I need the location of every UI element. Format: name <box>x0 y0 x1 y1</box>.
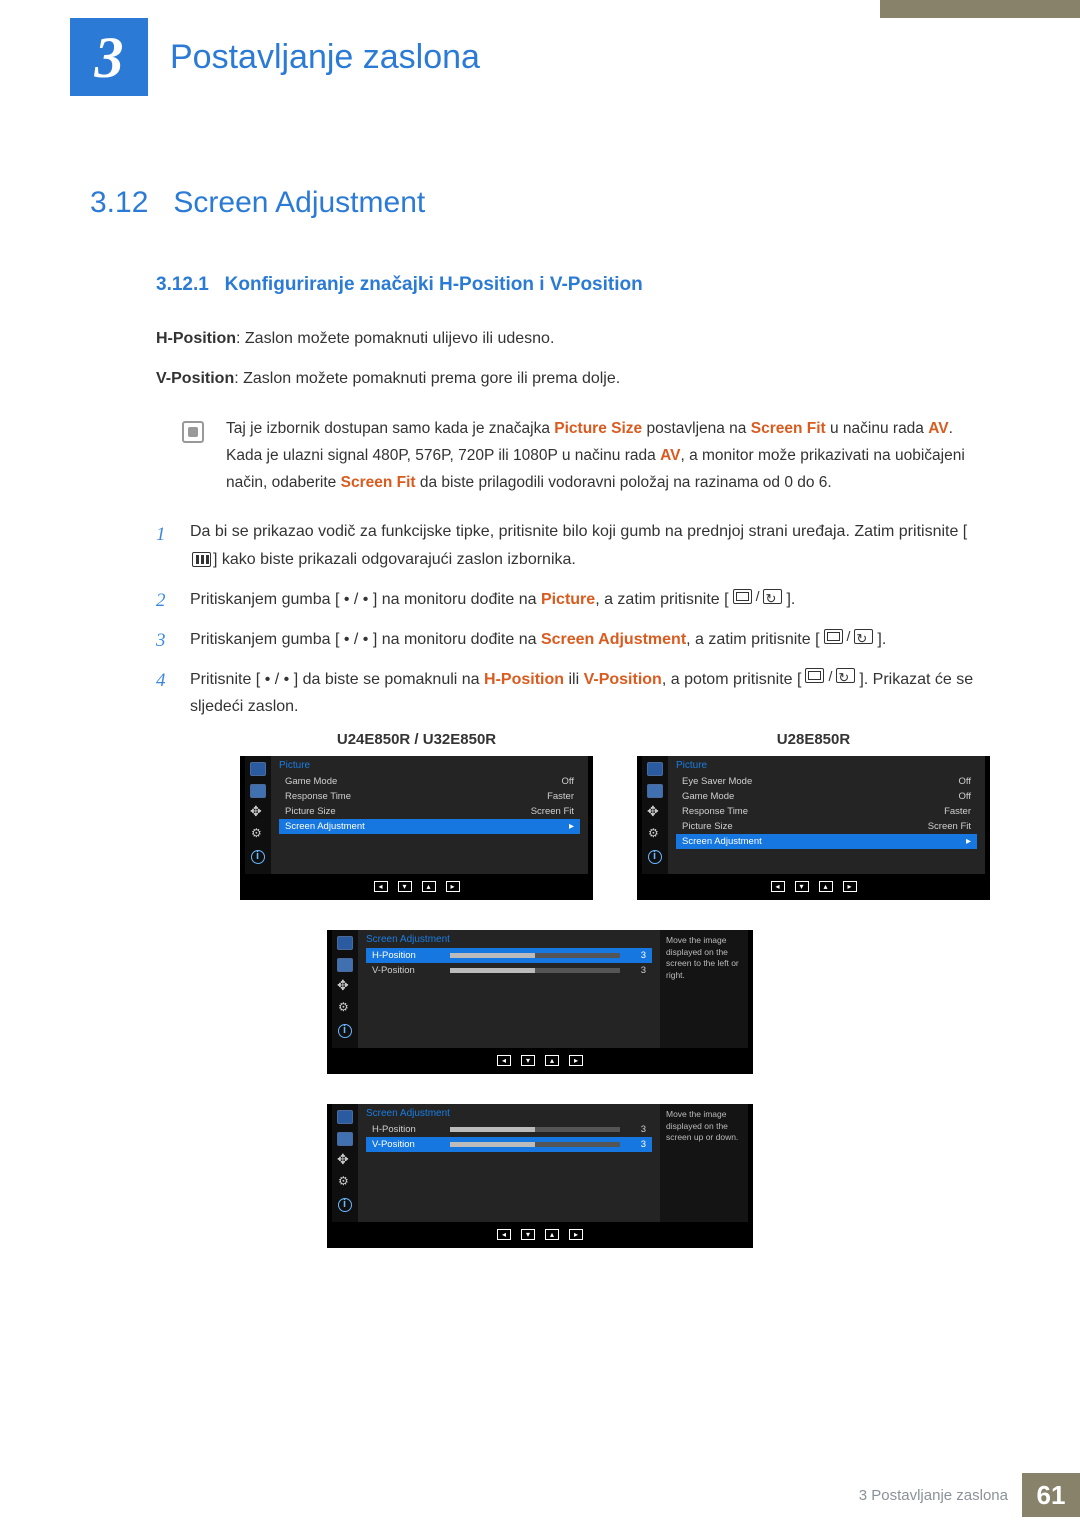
osd-item: Response TimeFaster <box>676 804 977 819</box>
subsection-title: Konfiguriranje značajki H-Position i V-P… <box>225 274 643 295</box>
enter-icon-pair: / <box>803 664 857 689</box>
move-icon <box>647 806 663 820</box>
section-title: Screen Adjustment <box>173 186 425 219</box>
osd-item: Picture SizeScreen Fit <box>676 819 977 834</box>
info-icon <box>648 850 662 864</box>
move-icon <box>337 1154 353 1168</box>
footer-text: 3 Postavljanje zaslona <box>859 1487 1008 1504</box>
osd-slider: V-Position3 <box>366 1137 652 1152</box>
info-icon <box>338 1198 352 1212</box>
picture-icon <box>647 762 663 776</box>
vposition-definition: V-Position: Zaslon možete pomaknuti prem… <box>156 366 990 392</box>
info-icon <box>338 1024 352 1038</box>
subsection-heading: 3.12.1 Konfiguriranje značajki H-Positio… <box>156 274 990 296</box>
osd-item: Eye Saver ModeOff <box>676 774 977 789</box>
page-footer: 3 Postavljanje zaslona 61 <box>859 1473 1080 1517</box>
osd-hposition: Screen Adjustment H-Position3 V-Position… <box>327 930 753 1074</box>
step-4: 4 Pritisnite [ • / • ] da biste se pomak… <box>156 664 990 722</box>
picture-icon <box>250 762 266 776</box>
move-icon <box>250 806 266 820</box>
top-stripe <box>880 0 1080 18</box>
step-number: 3 <box>156 624 166 657</box>
chapter-title: Postavljanje zaslona <box>170 38 480 77</box>
return-icon <box>763 589 782 604</box>
subsection-number: 3.12.1 <box>156 274 209 295</box>
osd-item: Picture SizeScreen Fit <box>279 804 580 819</box>
move-icon <box>337 980 353 994</box>
osd-item: Game ModeOff <box>676 789 977 804</box>
step-number: 1 <box>156 518 166 551</box>
step-2: 2 Pritiskanjem gumba [ • / • ] na monito… <box>156 584 990 614</box>
osd-item: Screen Adjustment <box>279 819 580 834</box>
step-number: 2 <box>156 584 166 617</box>
osd-item: Screen Adjustment <box>676 834 977 849</box>
steps-list: 1 Da bi se prikazao vodič za funkcijske … <box>156 518 990 721</box>
osd-aside: Move the image displayed on the screen t… <box>660 930 748 1048</box>
step-3: 3 Pritiskanjem gumba [ • / • ] na monito… <box>156 624 990 654</box>
osd-main: PictureEye Saver ModeOffGame ModeOffResp… <box>668 756 985 874</box>
osd-slider: V-Position3 <box>366 963 652 978</box>
hposition-term: H-Position <box>156 330 236 347</box>
osd-aside: Move the image displayed on the screen u… <box>660 1104 748 1222</box>
return-icon <box>836 668 855 683</box>
page-number: 61 <box>1022 1473 1080 1517</box>
osd-vposition: Screen Adjustment H-Position3 V-Position… <box>327 1104 753 1248</box>
osd-navbar: ◂▾▴▸ <box>642 878 985 894</box>
display-icon <box>337 958 353 972</box>
vposition-term: V-Position <box>156 370 234 387</box>
page-content: 3.12 Screen Adjustment 3.12.1 Konfigurir… <box>0 96 1080 1248</box>
osd-main: Screen Adjustment H-Position3 V-Position… <box>358 1104 660 1222</box>
note-block: Taj je izbornik dostupan samo kada je zn… <box>196 415 990 496</box>
osd-sidebar <box>642 756 668 874</box>
osd-row-top: U24E850R / U32E850R PictureGame ModeOffR… <box>240 731 990 900</box>
settings-icon <box>250 828 266 842</box>
hposition-text: : Zaslon možete pomaknuti ulijevo ili ud… <box>236 330 554 347</box>
rect-icon <box>824 629 843 644</box>
osd-navbar: ◂▾▴▸ <box>245 878 588 894</box>
osd-picture-right: PictureEye Saver ModeOffGame ModeOffResp… <box>637 756 990 900</box>
note-icon <box>182 421 204 443</box>
enter-icon-pair: / <box>822 624 876 649</box>
settings-icon <box>337 1002 353 1016</box>
section-heading: 3.12 Screen Adjustment <box>90 186 990 220</box>
menu-icon <box>192 552 211 567</box>
osd-navbar: ◂▾▴▸ <box>332 1052 748 1068</box>
section-number: 3.12 <box>90 186 148 219</box>
chapter-number-badge: 3 <box>70 18 148 96</box>
enter-icon-pair: / <box>731 584 785 609</box>
picture-icon <box>337 1110 353 1124</box>
rect-icon <box>733 589 752 604</box>
osd-label-left: U24E850R / U32E850R <box>240 731 593 748</box>
display-icon <box>647 784 663 798</box>
osd-navbar: ◂▾▴▸ <box>332 1226 748 1242</box>
osd-slider: H-Position3 <box>366 948 652 963</box>
step-number: 4 <box>156 664 166 697</box>
osd-item: Game ModeOff <box>279 774 580 789</box>
osd-main: Screen Adjustment H-Position3 V-Position… <box>358 930 660 1048</box>
osd-item: Response TimeFaster <box>279 789 580 804</box>
rect-icon <box>805 668 824 683</box>
info-icon <box>251 850 265 864</box>
vposition-text: : Zaslon možete pomaknuti prema gore ili… <box>234 370 620 387</box>
display-icon <box>337 1132 353 1146</box>
settings-icon <box>647 828 663 842</box>
osd-slider: H-Position3 <box>366 1122 652 1137</box>
settings-icon <box>337 1176 353 1190</box>
osd-label-right: U28E850R <box>637 731 990 748</box>
osd-col-right: U28E850R PictureEye Saver ModeOffGame Mo… <box>637 731 990 900</box>
osd-sidebar <box>332 930 358 1048</box>
return-icon <box>854 629 873 644</box>
osd-picture-left: PictureGame ModeOffResponse TimeFasterPi… <box>240 756 593 900</box>
note-text: Taj je izbornik dostupan samo kada je zn… <box>226 420 965 491</box>
step-1: 1 Da bi se prikazao vodič za funkcijske … <box>156 518 990 574</box>
picture-icon <box>337 936 353 950</box>
osd-main: PictureGame ModeOffResponse TimeFasterPi… <box>271 756 588 874</box>
osd-sidebar <box>332 1104 358 1222</box>
display-icon <box>250 784 266 798</box>
osd-col-left: U24E850R / U32E850R PictureGame ModeOffR… <box>240 731 593 900</box>
osd-sidebar <box>245 756 271 874</box>
hposition-definition: H-Position: Zaslon možete pomaknuti ulij… <box>156 326 990 352</box>
